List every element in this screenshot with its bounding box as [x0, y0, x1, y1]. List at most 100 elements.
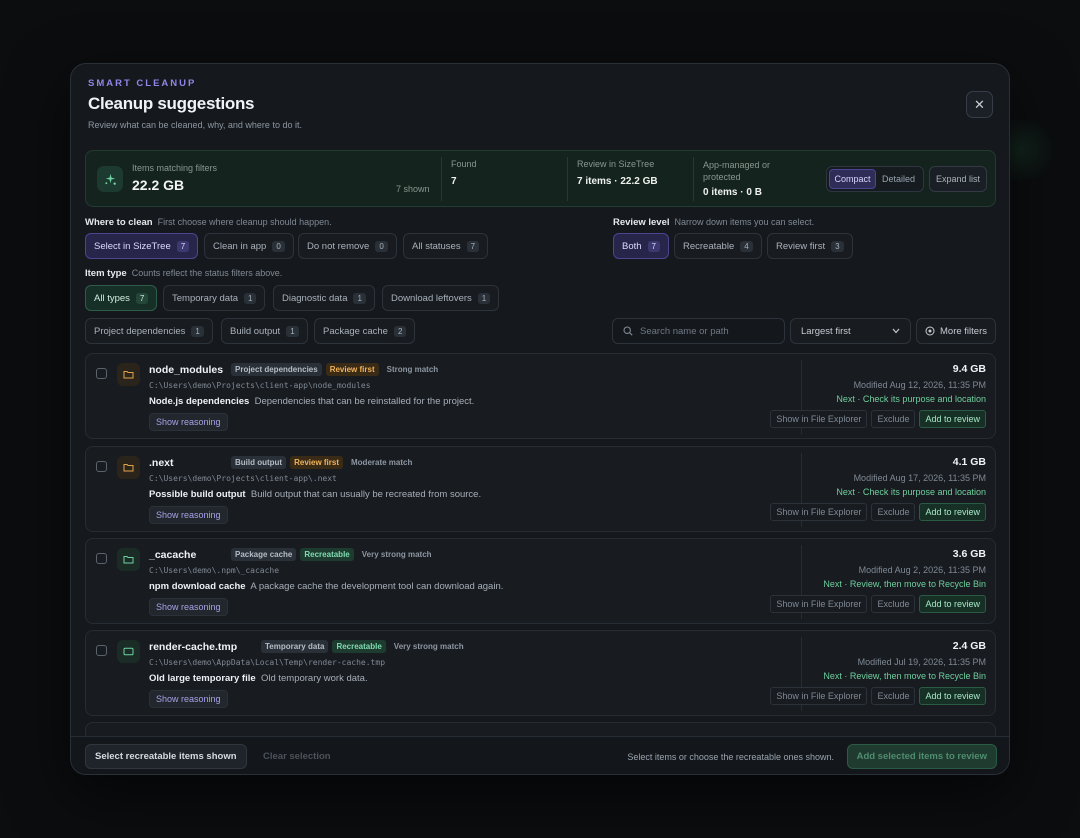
- chip-all-types[interactable]: All types 7: [85, 285, 158, 311]
- exclude-button[interactable]: Exclude: [871, 687, 916, 705]
- row-checkbox[interactable]: [96, 645, 107, 656]
- show-reasoning-button[interactable]: Show reasoning: [149, 506, 228, 524]
- footer-hint: Select items or choose the recreatable o…: [627, 752, 834, 762]
- show-in-explorer-button[interactable]: Show in File Explorer: [770, 503, 868, 521]
- review-value: 7 items · 22.2 GB: [577, 176, 658, 187]
- list-item: .next Build output Review first Moderate…: [85, 446, 996, 532]
- chip-project-dependencies[interactable]: Project dependencies 1: [85, 318, 213, 344]
- level-tag: Review first: [290, 456, 343, 469]
- chip-count: 0: [272, 240, 285, 252]
- show-in-explorer-button[interactable]: Show in File Explorer: [770, 687, 868, 705]
- item-next-step: Next · Check its purpose and location: [836, 487, 986, 497]
- file-icon: [117, 640, 140, 663]
- show-reasoning-button[interactable]: Show reasoning: [149, 690, 228, 708]
- list-item: _cacache Package cache Recreatable Very …: [85, 538, 996, 624]
- item-description: Possible build output Build output that …: [149, 489, 481, 500]
- close-icon: ✕: [974, 96, 985, 112]
- search-field[interactable]: [612, 318, 785, 344]
- close-button[interactable]: ✕: [966, 91, 993, 118]
- item-modified: Modified Aug 17, 2026, 11:35 PM: [853, 473, 986, 483]
- item-next-step: Next · Check its purpose and location: [836, 394, 986, 404]
- item-size: 3.6 GB: [952, 548, 986, 560]
- chip-label: Project dependencies: [94, 325, 186, 337]
- item-path: C:\Users\demo\AppData\Local\Temp\render-…: [149, 658, 386, 667]
- search-icon: [623, 326, 633, 336]
- add-to-review-button[interactable]: Add to review: [919, 595, 986, 613]
- sort-select[interactable]: Largest first: [790, 318, 911, 344]
- item-description: npm download cache A package cache the d…: [149, 581, 503, 592]
- chip-all-statuses[interactable]: All statuses 7: [403, 233, 489, 259]
- chip-count: 7: [466, 240, 480, 252]
- chip-both[interactable]: Both 7: [613, 233, 669, 259]
- desc-title: npm download cache: [149, 581, 246, 592]
- item-path: C:\Users\demo\.npm\_cacache: [149, 566, 280, 575]
- chip-count: 1: [353, 292, 366, 304]
- item-size: 9.4 GB: [952, 363, 986, 375]
- clear-selection-button[interactable]: Clear selection: [254, 744, 340, 769]
- row-checkbox[interactable]: [96, 461, 107, 472]
- item-tags: Temporary data Recreatable Very strong m…: [261, 640, 468, 653]
- add-to-review-button[interactable]: Add to review: [919, 410, 986, 428]
- show-reasoning-button[interactable]: Show reasoning: [149, 413, 228, 431]
- chip-count: 1: [477, 292, 491, 304]
- chip-temporary-data[interactable]: Temporary data 1: [163, 285, 266, 311]
- item-next-step: Next · Review, then move to Recycle Bin: [823, 671, 986, 681]
- select-recreatable-button[interactable]: Select recreatable items shown: [85, 744, 247, 769]
- cleanup-dialog: SMART CLEANUP Cleanup suggestions Review…: [70, 63, 1010, 775]
- row-actions: Show in File Explorer Exclude Add to rev…: [770, 687, 986, 705]
- row-checkbox[interactable]: [96, 553, 107, 564]
- where-label: Where to clean: [85, 217, 153, 228]
- item-modified: Modified Jul 19, 2026, 11:35 PM: [857, 657, 986, 667]
- chip-package-cache[interactable]: Package cache 2: [314, 318, 416, 344]
- row-checkbox[interactable]: [96, 368, 107, 379]
- chip-clean-in-app[interactable]: Clean in app 0: [204, 233, 294, 259]
- match-tag: Very strong match: [393, 642, 464, 651]
- chevron-down-icon: [892, 328, 900, 334]
- divider: [567, 157, 568, 201]
- show-reasoning-button[interactable]: Show reasoning: [149, 598, 228, 616]
- desc-text: Dependencies that can be reinstalled for…: [254, 396, 475, 407]
- add-to-review-button[interactable]: Add to review: [919, 687, 986, 705]
- item-path: C:\Users\demo\Projects\client-app\.next: [149, 474, 337, 483]
- chip-recreatable[interactable]: Recreatable 4: [674, 233, 762, 259]
- summary-panel: Items matching filters 22.2 GB 7 shown F…: [85, 150, 996, 207]
- chip-build-output[interactable]: Build output 1: [221, 318, 308, 344]
- item-modified: Modified Aug 12, 2026, 11:35 PM: [853, 380, 986, 390]
- category-tag: Build output: [231, 456, 287, 469]
- row-actions: Show in File Explorer Exclude Add to rev…: [770, 595, 986, 613]
- item-size: 2.4 GB: [952, 640, 986, 652]
- item-name: _cacache: [149, 549, 197, 561]
- desc-title: Old large temporary file: [149, 673, 256, 684]
- chip-count: 0: [375, 240, 388, 252]
- chip-select-in-sizetree[interactable]: Select in SizeTree 7: [85, 233, 199, 259]
- divider: [441, 157, 442, 201]
- item-tags: Build output Review first Moderate match: [231, 456, 416, 469]
- view-detailed-button[interactable]: Detailed: [876, 169, 921, 189]
- more-filters-button[interactable]: More filters: [916, 318, 996, 344]
- add-selected-button[interactable]: Add selected items to review: [846, 744, 997, 769]
- chip-label: Review first: [776, 240, 826, 252]
- exclude-button[interactable]: Exclude: [871, 410, 916, 428]
- eyebrow-label: SMART CLEANUP: [88, 78, 197, 89]
- chip-do-not-remove[interactable]: Do not remove 0: [298, 233, 397, 259]
- sparkle-icon: [97, 166, 123, 192]
- review-level-label: Review level: [613, 217, 670, 228]
- show-in-explorer-button[interactable]: Show in File Explorer: [770, 595, 868, 613]
- chip-diagnostic-data[interactable]: Diagnostic data 1: [273, 285, 375, 311]
- level-tag: Recreatable: [332, 640, 386, 653]
- show-in-explorer-button[interactable]: Show in File Explorer: [770, 410, 868, 428]
- chip-count: 4: [740, 240, 753, 252]
- add-to-review-button[interactable]: Add to review: [919, 503, 986, 521]
- chip-label: Both: [622, 240, 642, 252]
- exclude-button[interactable]: Exclude: [871, 595, 916, 613]
- chip-download-leftovers[interactable]: Download leftovers 1: [382, 285, 500, 311]
- review-label: Review in SizeTree: [577, 159, 655, 169]
- view-compact-button[interactable]: Compact: [829, 169, 876, 189]
- search-input[interactable]: [640, 325, 780, 337]
- expand-list-button[interactable]: Expand list: [929, 166, 987, 192]
- chip-review-first[interactable]: Review first 3: [767, 233, 853, 259]
- chip-count: 7: [135, 292, 149, 304]
- level-tag: Recreatable: [300, 548, 354, 561]
- list-item: render-cache.tmp Temporary data Recreata…: [85, 630, 996, 716]
- exclude-button[interactable]: Exclude: [871, 503, 916, 521]
